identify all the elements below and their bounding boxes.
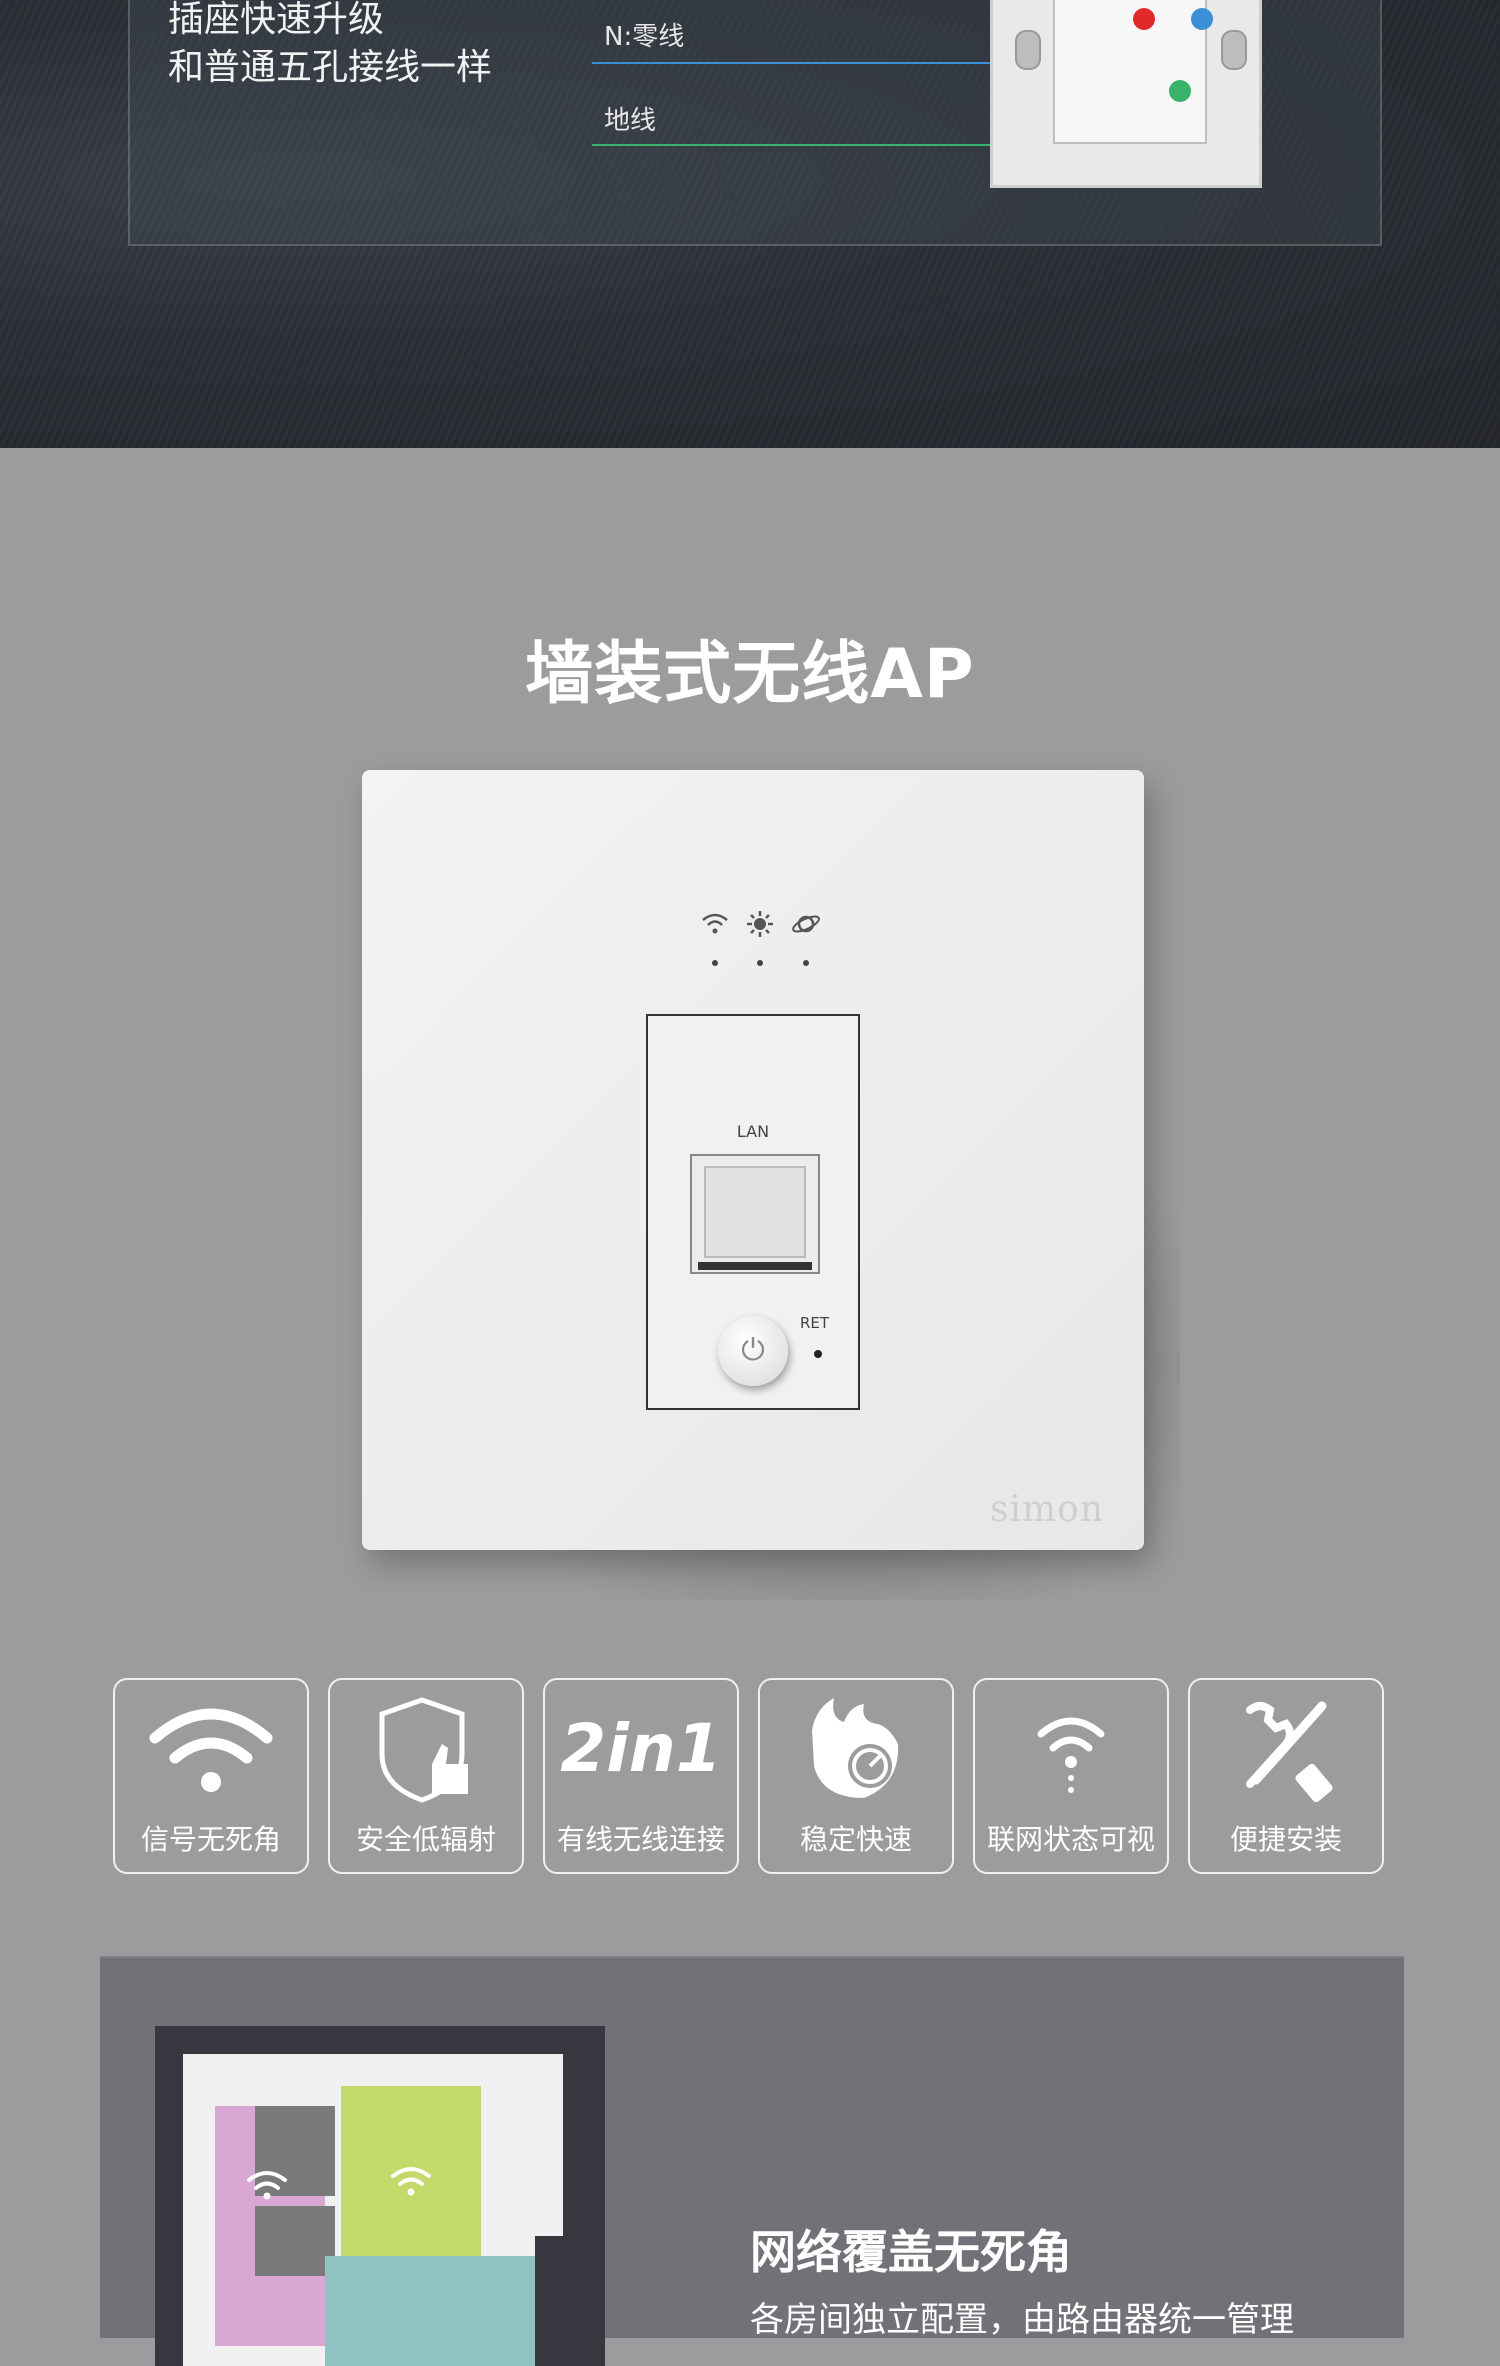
coverage-subtitle: 各房间独立配置，由路由器统一管理 [750,2300,1294,2340]
led-indicator-row [692,910,832,970]
feature-status: 联网状态可视 [973,1678,1169,1874]
ground-terminal-icon [1169,80,1191,102]
feature-signal: 信号无死角 [113,1678,309,1874]
socket-terminal-block [1053,0,1207,144]
feature-2in1: 2in1 有线无线连接 [543,1678,739,1874]
feature-label: 稳定快速 [799,1823,912,1856]
brand-logo: simon [990,1489,1104,1530]
screw-right-icon [1221,30,1247,70]
wifi-status-icon [1037,1717,1105,1793]
wifi-icon [702,913,728,934]
neutral-terminal-icon [1191,8,1213,30]
floor-plan-image [155,2026,605,2366]
2in1-icon: 2in1 [560,1710,722,1787]
ground-wire-label: 地线 [604,106,657,136]
ap-module: LAN ⏻ RET [646,1014,860,1410]
internet-led [803,960,809,966]
wifi-led [712,960,718,966]
wiring-section: 插座快速升级 和普通五孔接线一样 N:零线 地线 [0,0,1500,448]
neutral-wire-label: N:零线 [604,22,685,52]
lan-label: LAN [736,1122,770,1141]
shield-thumb-icon [379,1697,468,1803]
sun-icon [747,911,773,937]
feature-install: 便捷安装 [1188,1678,1384,1874]
wifi-icon [149,1708,273,1792]
ap-title: 墙装式无线AP [525,635,975,714]
wiring-panel: 插座快速升级 和普通五孔接线一样 N:零线 地线 [128,0,1382,246]
feature-speed: 稳定快速 [758,1678,954,1874]
power-button: ⏻ [718,1316,788,1386]
coverage-title: 网络覆盖无死角 [750,2225,1072,2279]
feature-label: 安全低辐射 [355,1823,496,1856]
wiring-text: 插座快速升级 和普通五孔接线一样 [168,0,492,92]
feature-list: 信号无死角 安全低辐射 2in1 有线无线连接 稳定快速 联网状态可视 便捷安装 [113,1678,1387,1878]
reset-hole [814,1350,822,1358]
tools-icon [1246,1701,1333,1803]
feature-label: 有线无线连接 [556,1823,725,1856]
coverage-section: 网络覆盖无死角 各房间独立配置，由路由器统一管理 [100,1956,1404,2366]
feature-label: 联网状态可视 [986,1823,1155,1856]
feature-label: 信号无死角 [140,1823,281,1856]
lan-port-contacts [698,1262,812,1270]
screw-left-icon [1015,30,1041,70]
power-led [757,960,763,966]
reset-label: RET [800,1314,830,1332]
feature-safety: 安全低辐射 [328,1678,524,1874]
feature-label: 便捷安装 [1229,1823,1342,1856]
wiring-line-1: 插座快速升级 [168,0,385,40]
lan-port [690,1154,820,1274]
socket-back-image [990,0,1262,188]
planet-icon [792,915,820,933]
ap-device-image: LAN ⏻ RET simon [362,770,1144,1550]
wiring-line-2: 和普通五孔接线一样 [168,47,493,88]
speed-flame-icon [812,1698,899,1798]
lan-port-opening [704,1166,806,1258]
live-terminal-icon [1133,8,1155,30]
